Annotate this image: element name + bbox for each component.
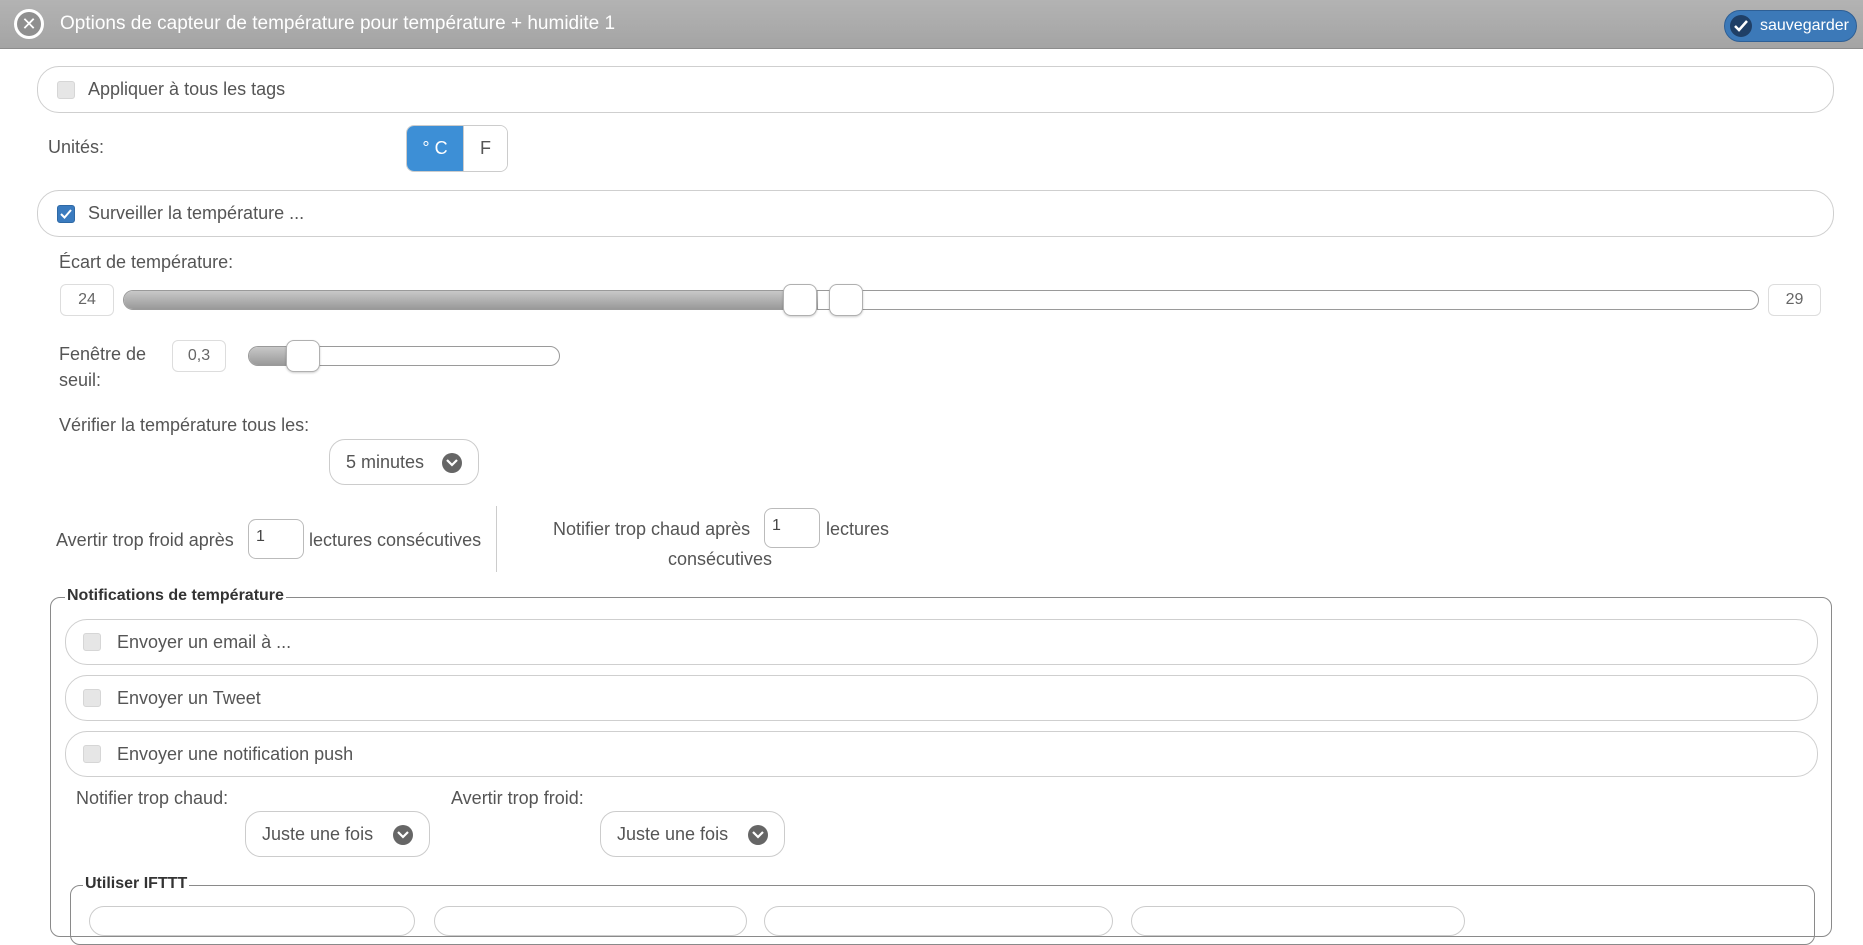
unit-celsius-button[interactable]: ° C (407, 126, 463, 171)
temperature-range-track[interactable] (123, 290, 1759, 310)
temperature-max-value[interactable]: 29 (1768, 284, 1821, 316)
tweet-notification-row[interactable]: Envoyer un Tweet (65, 675, 1818, 721)
checkmark-icon (60, 208, 72, 219)
temperature-range-label: Écart de température: (59, 252, 234, 272)
units-toggle: ° C F (406, 125, 508, 172)
threshold-label-line2: seuil: (59, 370, 102, 390)
notifications-legend: Notifications de température (65, 587, 286, 605)
check-interval-value: 5 minutes (346, 451, 425, 472)
cold-alert-suffix: lectures consécutives (309, 530, 482, 550)
close-icon: ✕ (17, 12, 41, 36)
save-label: sauvegarder (1760, 17, 1849, 34)
temperature-range-high-handle[interactable] (829, 284, 863, 316)
temperature-range-fill (124, 291, 819, 309)
push-notification-row[interactable]: Envoyer une notification push (65, 731, 1818, 777)
notify-cold-value: Juste une fois (617, 823, 729, 844)
monitor-temperature-label: Surveiller la température ... (88, 203, 305, 223)
tweet-notification-checkbox[interactable] (83, 689, 101, 707)
push-notification-label: Envoyer une notification push (117, 743, 354, 764)
checkmark-icon (1730, 15, 1752, 37)
notify-cold-label: Avertir trop froid: (451, 788, 584, 808)
cold-alert-prefix: Avertir trop froid après (56, 530, 234, 550)
save-button[interactable]: sauvegarder (1724, 10, 1857, 42)
email-notification-checkbox[interactable] (83, 633, 101, 651)
email-notification-row[interactable]: Envoyer un email à ... (65, 619, 1818, 665)
hot-alert-prefix: Notifier trop chaud après (553, 519, 751, 539)
apply-all-label: Appliquer à tous les tags (88, 79, 286, 99)
cold-readings-input[interactable]: 1 (248, 519, 304, 559)
tweet-notification-label: Envoyer un Tweet (117, 687, 261, 708)
unit-fahrenheit-button[interactable]: F (463, 126, 507, 171)
apply-all-row[interactable]: Appliquer à tous les tags (37, 66, 1834, 113)
ifttt-button-2[interactable] (434, 906, 747, 936)
hot-alert-suffix: lectures (826, 519, 890, 539)
apply-all-checkbox[interactable] (57, 80, 75, 99)
chevron-down-icon (393, 825, 413, 845)
threshold-handle[interactable] (286, 340, 320, 372)
temperature-min-value[interactable]: 24 (60, 284, 114, 316)
divider (496, 506, 497, 572)
hot-alert-suffix2: consécutives (668, 549, 773, 569)
ifttt-legend: Utiliser IFTTT (83, 875, 190, 893)
threshold-value[interactable]: 0,3 (172, 340, 226, 372)
chevron-down-icon (748, 825, 768, 845)
ifttt-button-3[interactable] (764, 906, 1113, 936)
temperature-range-low-handle[interactable] (783, 284, 817, 316)
notify-hot-label: Notifier trop chaud: (76, 788, 229, 808)
ifttt-button-4[interactable] (1131, 906, 1465, 936)
monitor-temperature-checkbox[interactable] (57, 204, 75, 223)
check-interval-label: Vérifier la température tous les: (59, 415, 310, 435)
units-label: Unités: (48, 137, 105, 157)
notify-hot-select[interactable]: Juste une fois (245, 811, 430, 857)
monitor-temperature-row[interactable]: Surveiller la température ... (37, 190, 1834, 237)
check-interval-select[interactable]: 5 minutes (329, 439, 479, 485)
notify-cold-select[interactable]: Juste une fois (600, 811, 785, 857)
chevron-down-icon (442, 453, 462, 473)
push-notification-checkbox[interactable] (83, 745, 101, 763)
ifttt-button-1[interactable] (89, 906, 415, 936)
hot-readings-input[interactable]: 1 (764, 508, 820, 548)
close-button[interactable]: ✕ (14, 9, 44, 39)
dialog-header: ✕ Options de capteur de température pour… (0, 0, 1863, 49)
email-notification-label: Envoyer un email à ... (117, 631, 292, 652)
dialog-title: Options de capteur de température pour t… (60, 13, 616, 34)
threshold-label-line1: Fenêtre de (59, 344, 147, 364)
notify-hot-value: Juste une fois (262, 823, 374, 844)
